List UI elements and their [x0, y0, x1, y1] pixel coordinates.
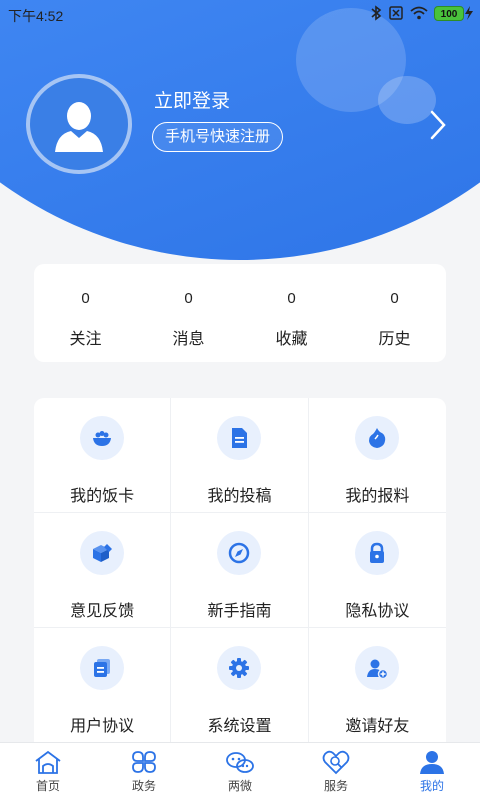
flame-icon [355, 416, 400, 460]
stat-value: 0 [390, 290, 399, 307]
menu-item-invite-friends[interactable]: 邀请好友 [308, 628, 446, 743]
tab-label: 服务 [323, 779, 348, 793]
home-icon [35, 750, 61, 774]
agreement-icon [80, 646, 125, 690]
status-icons: 100 [370, 5, 474, 21]
login-link[interactable]: 立即登录 [154, 86, 230, 113]
stat-value: 0 [81, 290, 90, 307]
menu-label: 我的投稿 [207, 486, 272, 505]
menu-label: 系统设置 [207, 716, 272, 735]
wifi-icon [410, 6, 428, 20]
tab-services[interactable]: 服务 [288, 743, 384, 800]
clover-icon [132, 751, 156, 773]
avatar[interactable] [26, 74, 132, 174]
menu-label: 隐私协议 [345, 601, 410, 620]
menu-label: 意见反馈 [70, 601, 135, 620]
stat-value: 0 [184, 290, 193, 307]
lock-icon [355, 531, 400, 575]
tab-government[interactable]: 政务 [96, 743, 192, 800]
menu-item-my-reports[interactable]: 我的报料 [308, 398, 446, 513]
stat-label: 消息 [172, 329, 205, 348]
tab-mine[interactable]: 我的 [384, 743, 480, 800]
tab-label: 我的 [419, 779, 444, 793]
user-icon [420, 751, 444, 774]
tab-home[interactable]: 首页 [0, 743, 96, 800]
menu-label: 用户协议 [70, 716, 135, 735]
battery-level: 100 [434, 5, 464, 21]
status-bar: 下午4:52 100 [0, 0, 480, 30]
heart-service-icon [322, 750, 350, 775]
stat-history[interactable]: 0 历史 [343, 264, 446, 362]
tab-label: 两微 [227, 779, 252, 793]
stat-label: 关注 [69, 329, 102, 348]
chevron-right-icon[interactable] [428, 108, 448, 142]
bottom-tab-bar: 首页 政务 两微 服务 我的 [0, 742, 480, 800]
quick-register-button[interactable]: 手机号快速注册 [152, 122, 284, 152]
menu-item-meal-card[interactable]: 我的饭卡 [34, 398, 172, 513]
gear-icon [217, 646, 262, 690]
document-icon [217, 416, 262, 460]
stat-label: 历史 [378, 329, 411, 348]
feedback-box-icon [80, 531, 125, 575]
stat-favorites[interactable]: 0 收藏 [240, 264, 343, 362]
menu-item-feedback[interactable]: 意见反馈 [34, 513, 172, 628]
menu-label: 新手指南 [207, 601, 272, 620]
no-sim-icon [389, 6, 403, 20]
menu-item-system-settings[interactable]: 系统设置 [171, 628, 309, 743]
menu-item-my-submissions[interactable]: 我的投稿 [171, 398, 309, 513]
invite-user-icon [355, 646, 400, 690]
charging-icon [465, 6, 473, 20]
stats-card: 0 关注 0 消息 0 收藏 0 历史 [34, 264, 446, 362]
weibo-wechat-icon [226, 752, 254, 773]
tab-label: 首页 [35, 779, 60, 793]
compass-icon [217, 531, 262, 575]
stat-messages[interactable]: 0 消息 [137, 264, 240, 362]
user-silhouette-icon [55, 102, 103, 152]
stat-value: 0 [287, 290, 296, 307]
tab-social-media[interactable]: 两微 [192, 743, 288, 800]
menu-label: 邀请好友 [345, 716, 410, 735]
menu-label: 我的报料 [345, 486, 410, 505]
bluetooth-icon [371, 5, 382, 21]
menu-item-beginner-guide[interactable]: 新手指南 [171, 513, 309, 628]
rice-bowl-icon [80, 416, 125, 460]
menu-grid: 我的饭卡 我的投稿 我的报料 意见反馈 新手指南 隐私协议 用户协议 系统设置 … [34, 398, 446, 743]
status-time: 下午4:52 [8, 8, 64, 24]
menu-item-user-agreement[interactable]: 用户协议 [34, 628, 172, 743]
battery-indicator: 100 [434, 5, 474, 21]
tab-label: 政务 [131, 779, 156, 793]
menu-card: 我的饭卡 我的投稿 我的报料 意见反馈 新手指南 隐私协议 用户协议 系统设置 … [34, 398, 446, 758]
stat-label: 收藏 [275, 329, 308, 348]
menu-label: 我的饭卡 [70, 486, 135, 505]
stat-follow[interactable]: 0 关注 [34, 264, 137, 362]
menu-item-privacy-policy[interactable]: 隐私协议 [308, 513, 446, 628]
